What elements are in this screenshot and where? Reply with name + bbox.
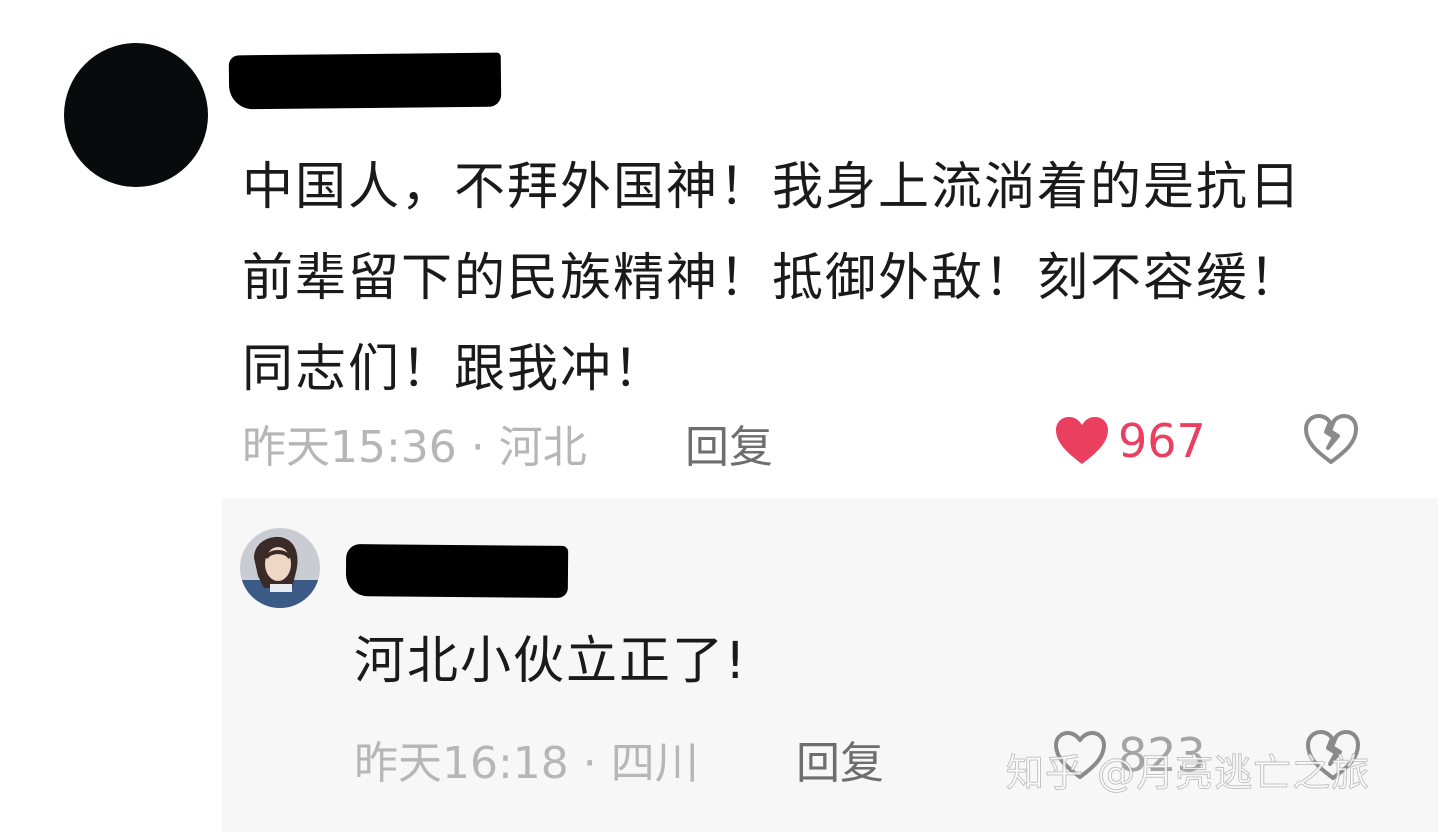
avatar[interactable] bbox=[64, 43, 208, 187]
comment-meta: 昨天15:36 · 河北 bbox=[242, 414, 587, 473]
time-location: 昨天16:18 · 四川 bbox=[354, 738, 699, 789]
dislike-button[interactable] bbox=[1302, 410, 1360, 468]
reply-button[interactable]: 回复 bbox=[796, 730, 884, 789]
avatar-image bbox=[240, 528, 320, 608]
reply-button[interactable]: 回复 bbox=[685, 414, 773, 473]
comment-text: 中国人，不拜外国神！我身上流淌着的是抗日前辈留下的民族精神！抵御外敌！刻不容缓！… bbox=[242, 158, 1303, 399]
username-redacted bbox=[345, 544, 569, 598]
time-location: 昨天15:36 · 河北 bbox=[242, 422, 587, 473]
reply-text: 河北小伙立正了! bbox=[354, 632, 748, 691]
reply-avatar[interactable] bbox=[240, 528, 320, 608]
like-count: 967 bbox=[1118, 414, 1206, 468]
heart-filled-icon bbox=[1056, 417, 1108, 464]
comment-thread: 中国人，不拜外国神！我身上流淌着的是抗日前辈留下的民族精神！抵御外敌！刻不容缓！… bbox=[0, 0, 1438, 832]
reply-meta: 昨天16:18 · 四川 bbox=[354, 730, 699, 789]
watermark: 知乎 @月亮逃亡之旅 bbox=[1005, 751, 1371, 796]
username-redacted bbox=[228, 52, 502, 110]
broken-heart-icon bbox=[1304, 414, 1358, 464]
like-button[interactable]: 967 bbox=[1054, 410, 1206, 472]
